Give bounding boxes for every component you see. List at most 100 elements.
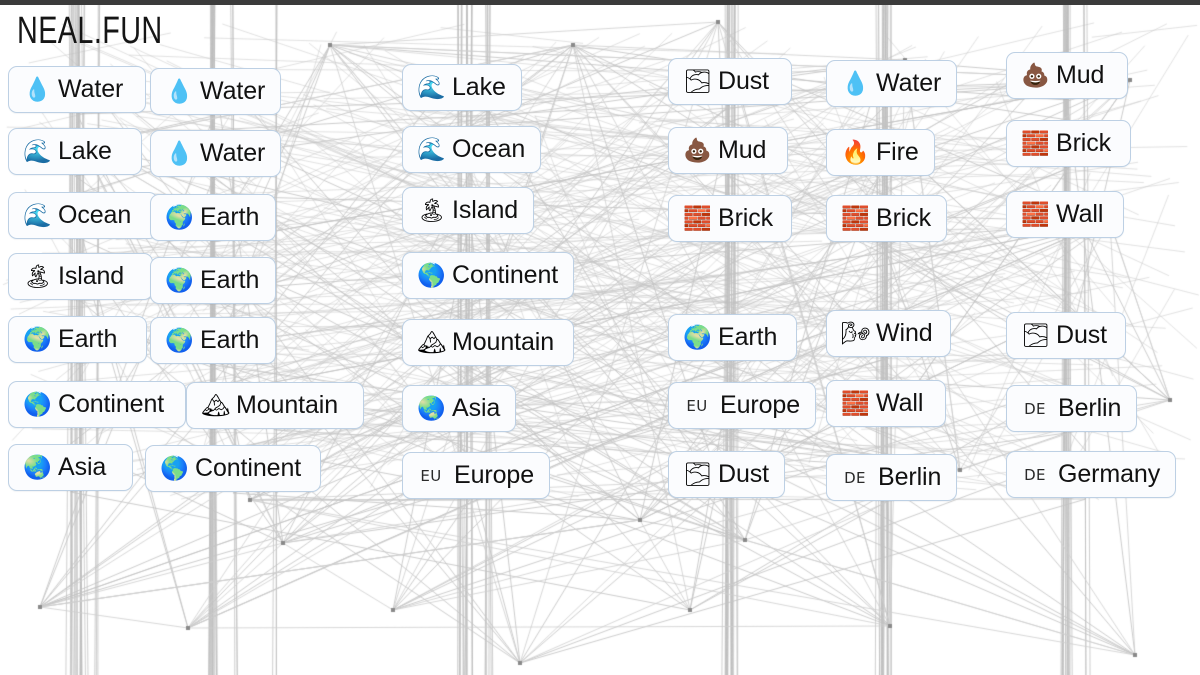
element-card-label: Earth [58,325,118,353]
element-card[interactable]: 💧 Water [150,130,282,178]
element-card[interactable]: 🏔 Mountain [186,382,364,430]
brick-icon: 🧱 [1021,129,1050,156]
element-card[interactable]: DE Germany [1006,451,1177,499]
element-card[interactable]: 🏝 Island [8,253,153,301]
element-card-label: Europe [720,391,801,419]
element-card-label: Berlin [878,463,942,491]
element-card[interactable]: 🌏 Asia [8,444,133,492]
mountain-icon: 🏔 [201,391,231,418]
element-card-label: Dust [718,460,770,488]
element-card[interactable]: 🧱 Brick [1006,120,1131,168]
element-card-label: Island [452,196,519,224]
fire-icon: 🔥 [841,138,870,165]
element-card[interactable]: 🌎 Continent [402,252,575,300]
element-card[interactable]: 🏝 Island [402,187,535,235]
element-card-label: Water [200,139,266,167]
element-card-label: Germany [1058,460,1161,488]
element-card[interactable]: 💩 Mud [668,127,788,175]
element-card[interactable]: 🌎 Continent [145,445,321,493]
element-card-label: Fire [876,138,919,166]
element-card[interactable]: 🧱 Wall [1006,191,1124,239]
element-card[interactable]: 🧱 Brick [668,195,792,243]
element-card[interactable]: 🌊 Lake [8,128,142,176]
earth-globe-icon: 🌏 [23,453,52,480]
earth-globe-icon: 🌎 [160,454,189,481]
element-card-label: Continent [452,261,559,289]
wave-icon: 🌊 [417,73,446,100]
element-card-label: Continent [58,390,165,418]
element-card[interactable]: 🌊 Ocean [8,192,158,240]
element-card[interactable]: 🧱 Brick [826,195,948,243]
element-card-label: Brick [876,204,932,232]
element-card-label: Dust [1056,321,1108,349]
eu-flag-icon: EU [420,466,442,485]
element-card[interactable]: 🔥 Fire [826,129,935,177]
element-card[interactable]: EU Europe [402,452,551,500]
element-card-label: Island [58,262,125,290]
element-card[interactable]: 🌎 Continent [8,381,186,429]
island-icon: 🏝 [23,262,53,289]
earth-globe-icon: 🌍 [683,323,712,350]
element-card-label: Brick [718,204,774,232]
element-card[interactable]: 🌊 Ocean [402,126,542,174]
element-card-label: Mountain [236,391,339,419]
earth-globe-icon: 🌎 [23,390,52,417]
element-card[interactable]: 🌍 Earth [8,316,147,364]
eu-flag-icon: EU [686,396,708,415]
element-card-label: Continent [195,454,302,482]
earth-globe-icon: 🌍 [165,326,194,353]
brick-icon: 🧱 [1021,200,1050,227]
browser-top-bar [0,0,1200,5]
wind-face-icon: 🌫 [683,67,713,94]
earth-globe-icon: 🌏 [417,394,446,421]
elemental-merge-canvas: NEAL.FUN 💧 Water 🌊 Lake 🌊 Ocean 🏝 Island 🌍 Earth 🌎… [0,0,1200,675]
earth-globe-icon: 🌎 [417,261,446,288]
element-card-label: Mountain [452,328,555,356]
element-card[interactable]: 🌊 Lake [402,64,522,112]
element-card[interactable]: 🌬 Wind [826,310,951,358]
element-card-label: Earth [200,266,260,294]
element-card[interactable]: 💩 Mud [1006,52,1128,100]
element-card[interactable]: 💧 Water [8,66,146,114]
element-card-label: Wall [876,389,924,417]
de-flag-icon: DE [1024,399,1046,418]
element-card[interactable]: 🌍 Earth [150,257,276,305]
element-card[interactable]: 🌏 Asia [402,385,517,433]
earth-globe-icon: 🌍 [165,203,194,230]
wave-icon: 🌊 [23,201,52,228]
neal-fun-logo[interactable]: NEAL.FUN [17,10,163,49]
element-card-label: Wind [876,319,933,347]
element-card[interactable]: DE Berlin [826,454,958,502]
element-card[interactable]: 💧 Water [826,60,958,108]
brick-icon: 🧱 [683,204,712,231]
element-card[interactable]: 🏔 Mountain [402,319,574,367]
brick-icon: 🧱 [841,389,870,416]
wind-face-icon: 🌫 [683,460,713,487]
element-card-label: Earth [200,203,260,231]
element-card[interactable]: 🌍 Earth [150,317,276,365]
brick-icon: 🧱 [841,204,870,231]
element-card[interactable]: 🌫 Dust [1006,312,1126,360]
element-card-label: Wall [1056,200,1104,228]
wave-icon: 🌊 [417,135,446,162]
element-card[interactable]: 🌫 Dust [668,58,792,106]
water-drop-icon: 💧 [23,75,52,102]
element-card[interactable]: EU Europe [668,382,817,430]
element-card-label: Mud [1056,61,1105,89]
element-card[interactable]: DE Berlin [1006,385,1138,433]
element-card-label: Water [200,77,266,105]
element-card-label: Earth [200,326,260,354]
element-card[interactable]: 🌍 Earth [668,314,797,362]
element-card[interactable]: 💧 Water [150,68,282,116]
element-card-label: Mud [718,136,767,164]
de-flag-icon: DE [1024,465,1046,484]
water-drop-icon: 💧 [165,77,194,104]
water-drop-icon: 💧 [165,139,194,166]
element-card[interactable]: 🌍 Earth [150,194,276,242]
element-card-label: Lake [58,137,112,165]
element-card[interactable]: 🧱 Wall [826,380,946,428]
element-card-label: Water [876,69,942,97]
earth-globe-icon: 🌍 [165,266,194,293]
wind-face-icon: 🌫 [1021,321,1051,348]
element-card[interactable]: 🌫 Dust [668,451,786,499]
